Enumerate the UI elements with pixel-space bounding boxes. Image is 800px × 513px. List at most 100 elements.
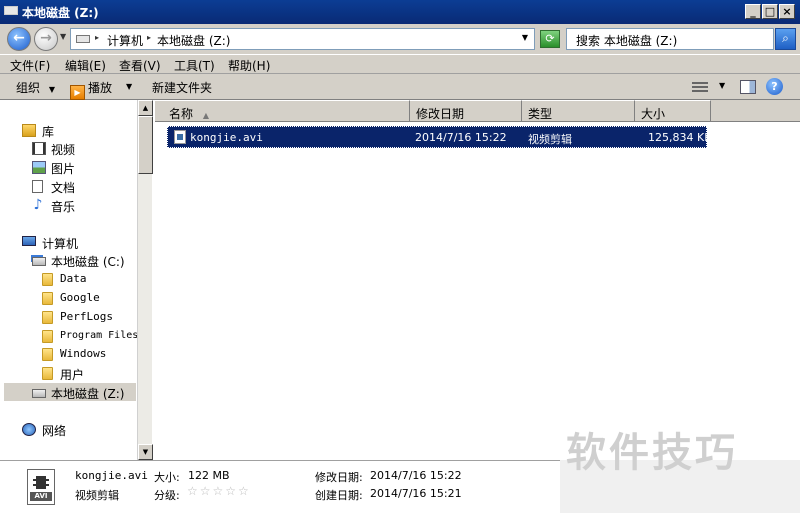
nav-label: Windows	[60, 347, 107, 360]
column-size[interactable]: 大小	[635, 100, 711, 122]
forward-button[interactable]: →	[34, 27, 58, 51]
detail-modified-value: 2014/7/16 15:22	[370, 469, 462, 482]
play-label: 播放	[88, 81, 113, 95]
menu-help[interactable]: 帮助(H)	[228, 57, 270, 74]
video-file-icon: AVI	[27, 469, 55, 505]
menu-bar: 文件(F) 编辑(E) 查看(V) 工具(T) 帮助(H)	[0, 54, 800, 74]
nav-label: Google	[60, 291, 100, 304]
detail-size-value: 122 MB	[188, 469, 230, 482]
play-button[interactable]: ▶ 播放	[70, 79, 112, 100]
detail-created-value: 2014/7/16 15:21	[370, 487, 462, 500]
address-dropdown-icon[interactable]: ▼	[522, 33, 528, 42]
breadcrumb-computer[interactable]: 计算机	[107, 32, 143, 49]
nav-label: 库	[42, 125, 55, 139]
nav-label: Data	[60, 272, 87, 285]
file-row[interactable]: kongjie.avi 2014/7/16 15:22 视频剪辑 125,834…	[167, 126, 712, 148]
file-name: kongjie.avi	[190, 131, 263, 144]
system-drive-icon	[32, 257, 46, 266]
nav-label: 音乐	[51, 200, 76, 214]
film-strip-icon	[33, 476, 49, 489]
column-modified[interactable]: 修改日期	[410, 100, 522, 122]
file-list: 名称 ▲ 修改日期 类型 大小 kongjie.avi 2014/7/16 15…	[155, 100, 800, 460]
play-dropdown-icon[interactable]: ▼	[126, 82, 132, 91]
rating-stars[interactable]: ☆☆☆☆☆	[187, 484, 251, 498]
column-name[interactable]: 名称 ▲	[155, 100, 410, 122]
nav-label: 本地磁盘 (C:)	[51, 255, 125, 269]
views-dropdown-icon[interactable]: ▼	[719, 81, 725, 90]
document-library-icon	[32, 180, 43, 193]
file-size: 125,834 KB	[648, 131, 712, 144]
folder-icon	[42, 367, 53, 380]
recent-pages-dropdown-icon[interactable]: ▼	[60, 32, 66, 41]
organize-button[interactable]: 组织 ▼	[16, 79, 55, 96]
close-button[interactable]: ×	[779, 4, 795, 19]
detail-created-label: 创建日期:	[315, 489, 363, 502]
folder-icon	[42, 348, 53, 361]
music-library-icon: ♪	[33, 197, 43, 213]
detail-modified-label: 修改日期:	[315, 471, 363, 484]
window-title: 本地磁盘 (Z:)	[22, 6, 99, 20]
nav-scrollbar[interactable]: ▲ ▼	[137, 100, 153, 460]
chevron-right-icon[interactable]: ▸	[147, 33, 151, 42]
nav-label: 计算机	[42, 237, 79, 251]
back-button[interactable]: ←	[7, 27, 31, 51]
new-folder-button[interactable]: 新建文件夹	[152, 79, 212, 96]
detail-filetype: 视频剪辑	[75, 489, 119, 502]
drive-icon	[32, 389, 46, 398]
help-icon[interactable]: ?	[766, 78, 783, 95]
search-input[interactable]: 搜索 本地磁盘 (Z:)	[566, 28, 774, 50]
play-icon: ▶	[70, 85, 85, 100]
nav-label: 网络	[42, 424, 67, 438]
video-file-icon	[174, 130, 186, 144]
sort-ascending-icon: ▲	[202, 111, 209, 120]
detail-size-label: 大小:	[154, 471, 180, 484]
drive-icon	[4, 6, 18, 15]
organize-label: 组织	[16, 81, 41, 95]
address-row: ← → ▼ ▸ 计算机 ▸ 本地磁盘 (Z:) ▼ ⟳ 搜索 本地磁盘 (Z:)…	[0, 24, 800, 54]
breadcrumb-drive-z[interactable]: 本地磁盘 (Z:)	[157, 32, 230, 49]
details-pane: AVI kongjie.avi 视频剪辑 大小: 122 MB 分级: ☆☆☆☆…	[0, 460, 560, 513]
folder-icon	[42, 330, 53, 343]
nav-label: Program Files	[60, 330, 139, 341]
menu-tools[interactable]: 工具(T)	[174, 57, 215, 74]
folder-icon	[42, 292, 53, 305]
detail-filename: kongjie.avi	[75, 469, 148, 482]
command-bar: 组织 ▼ ▶ 播放 ▼ 新建文件夹 ▼ ?	[0, 74, 800, 100]
nav-label: 图片	[51, 162, 76, 176]
scroll-down-icon[interactable]: ▼	[138, 444, 153, 460]
library-icon	[22, 124, 36, 137]
nav-label: 用户	[60, 368, 85, 382]
menu-view[interactable]: 查看(V)	[119, 57, 161, 74]
chevron-right-icon[interactable]: ▸	[95, 33, 99, 42]
nav-label: 本地磁盘 (Z:)	[51, 387, 125, 401]
nav-label: 文档	[51, 181, 76, 195]
file-ext-tag: AVI	[30, 492, 52, 501]
menu-edit[interactable]: 编辑(E)	[65, 57, 106, 74]
picture-library-icon	[32, 161, 46, 174]
drive-icon	[76, 35, 90, 43]
menu-file[interactable]: 文件(F)	[10, 57, 50, 74]
preview-pane-icon[interactable]	[740, 80, 756, 94]
address-bar[interactable]: ▸ 计算机 ▸ 本地磁盘 (Z:) ▼	[70, 28, 535, 50]
chevron-down-icon: ▼	[43, 85, 56, 94]
nav-label: 视频	[51, 143, 76, 157]
column-headers: 名称 ▲ 修改日期 类型 大小	[155, 100, 800, 122]
folder-icon	[42, 273, 53, 286]
network-icon	[22, 423, 36, 436]
search-icon[interactable]: ⌕	[775, 28, 796, 50]
change-view-icon[interactable]	[692, 80, 708, 94]
video-library-icon	[32, 142, 46, 155]
column-type[interactable]: 类型	[522, 100, 635, 122]
navigation-pane: 库 视频 图片 文档 ♪ 音乐 计算机 本地磁盘 (C:) Data Googl…	[0, 100, 153, 460]
scrollbar-thumb[interactable]	[138, 116, 153, 174]
minimize-button[interactable]: _	[745, 4, 761, 19]
maximize-button[interactable]: □	[762, 4, 778, 19]
file-type: 视频剪辑	[528, 133, 572, 146]
detail-rating-label: 分级:	[154, 489, 180, 502]
refresh-button[interactable]: ⟳	[540, 30, 560, 48]
title-bar: 本地磁盘 (Z:) _ □ ×	[0, 0, 800, 24]
computer-icon	[22, 236, 36, 246]
scroll-up-icon[interactable]: ▲	[138, 100, 153, 116]
folder-icon	[42, 311, 53, 324]
column-label: 名称	[169, 107, 194, 121]
